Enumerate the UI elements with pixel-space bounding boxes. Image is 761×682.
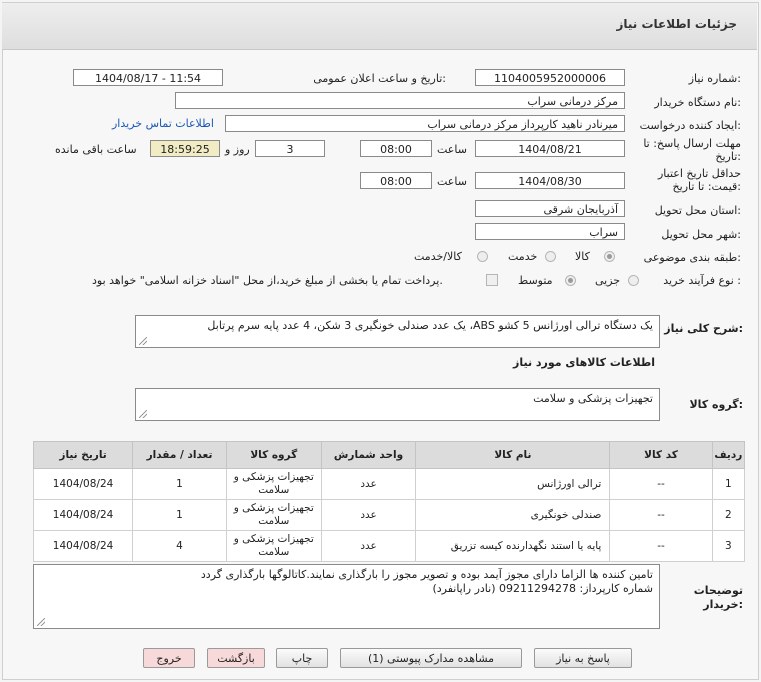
cell-code: --: [609, 499, 713, 531]
creator-field: میرنادر ناهید کارپرداز مرکز درمانی سراب: [225, 115, 625, 132]
reply-deadline-label-2: تاریخ:: [715, 150, 741, 163]
need-number-label: شماره نیاز:: [688, 72, 741, 85]
cell-code: --: [609, 530, 713, 562]
cell-unit: عدد: [320, 499, 417, 531]
cell-date: 1404/08/24: [32, 530, 134, 562]
description-label: شرح کلی نیاز:: [664, 322, 743, 335]
buyer-notes-label-2: خریدار:: [703, 598, 743, 611]
need-number-field: 1104005952000006: [475, 69, 625, 86]
cell-name: ترالی اورژانس: [415, 468, 611, 500]
resize-grip-icon[interactable]: [139, 410, 147, 418]
cell-index: 3: [711, 530, 746, 562]
days-label: روز و: [225, 143, 250, 156]
exit-button[interactable]: خروج: [143, 648, 195, 668]
category-radio-goods-service[interactable]: [477, 251, 488, 262]
process-option-medium: متوسط: [518, 274, 553, 287]
cell-code: --: [609, 468, 713, 500]
validity-date-field: 1404/08/30: [475, 172, 625, 189]
page-title: جزئیات اطلاعات نیاز: [616, 17, 737, 31]
goods-group-textarea[interactable]: تجهیزات پزشکی و سلامت: [135, 388, 660, 421]
buyer-org-field: مرکز درمانی سراب: [175, 92, 625, 109]
resize-grip-icon[interactable]: [139, 337, 147, 345]
process-radio-medium[interactable]: [565, 275, 576, 286]
reply-button[interactable]: پاسخ به نیاز: [534, 648, 632, 668]
buyer-notes-line-1: تامین کننده ها الزاما دارای مجوز آیمد بو…: [200, 568, 653, 581]
city-field: سراب: [475, 223, 625, 240]
col-header-name: نام کالا: [415, 441, 611, 469]
back-button[interactable]: بازگشت: [207, 648, 265, 668]
col-header-date: تاریخ نیاز: [32, 441, 134, 469]
remaining-time-field: 18:59:25: [150, 140, 220, 157]
description-textarea[interactable]: یک دستگاه ترالی اورژانس 5 کشو ABS، یک عد…: [135, 315, 660, 348]
reply-date-field: 1404/08/21: [475, 140, 625, 157]
announce-label: تاریخ و ساعت اعلان عمومی:: [313, 72, 446, 85]
validity-time-field: 08:00: [360, 172, 432, 189]
remaining-days-field: 3: [255, 140, 325, 157]
buyer-notes-textarea[interactable]: تامین کننده ها الزاما دارای مجوز آیمد بو…: [33, 564, 660, 629]
cell-qty: 1: [132, 468, 227, 500]
cell-group: تجهیزات پزشکی و سلامت: [225, 530, 322, 562]
resize-grip-icon[interactable]: [37, 618, 45, 626]
table-row[interactable]: 2 -- صندلی خونگیری عدد تجهیزات پزشکی و س…: [32, 499, 746, 531]
print-button[interactable]: چاپ: [276, 648, 328, 668]
validity-label: حداقل تاریخ اعتبار: [657, 167, 741, 180]
cell-qty: 1: [132, 499, 227, 531]
cell-index: 2: [711, 499, 746, 531]
col-header-index: ردیف: [711, 441, 746, 469]
contact-buyer-link[interactable]: اطلاعات تماس خریدار: [112, 117, 214, 130]
cell-group: تجهیزات پزشکی و سلامت: [225, 468, 322, 500]
announce-datetime-field: 1404/08/17 - 11:54: [73, 69, 223, 86]
city-label: شهر محل تحویل:: [661, 228, 741, 241]
process-option-minor: جزیی: [595, 274, 621, 287]
table-header-row: ردیف کد کالا نام کالا واحد شمارش گروه کا…: [32, 441, 746, 469]
cell-unit: عدد: [320, 468, 417, 500]
goods-table: ردیف کد کالا نام کالا واحد شمارش گروه کا…: [32, 441, 746, 562]
process-label: نوع فرآیند خرید :: [663, 274, 741, 287]
province-field: آذربایجان شرقی: [475, 200, 625, 217]
cell-unit: عدد: [320, 530, 417, 562]
goods-group-text: تجهیزات پزشکی و سلامت: [533, 392, 653, 405]
creator-label: ایجاد کننده درخواست:: [639, 119, 741, 132]
category-radio-goods[interactable]: [604, 251, 615, 262]
table-row[interactable]: 1 -- ترالی اورژانس عدد تجهیزات پزشکی و س…: [32, 468, 746, 500]
category-option-goods-service: کالا/خدمت: [414, 250, 462, 263]
province-label: استان محل تحویل:: [654, 204, 741, 217]
page-header: جزئیات اطلاعات نیاز: [2, 3, 757, 50]
view-attachments-button[interactable]: مشاهده مدارک پیوستی (1): [340, 648, 522, 668]
category-option-goods: کالا: [575, 250, 590, 263]
goods-section-title: اطلاعات کالاهای مورد نیاز: [513, 356, 655, 369]
category-label: طبقه بندی موضوعی:: [643, 251, 741, 264]
col-header-group: گروه کالا: [225, 441, 322, 469]
col-header-qty: تعداد / مقدار: [132, 441, 227, 469]
table-row[interactable]: 3 -- پایه یا استند نگهدارنده کیسه تزریق …: [32, 530, 746, 562]
category-radio-service[interactable]: [545, 251, 556, 262]
col-header-code: کد کالا: [609, 441, 713, 469]
cell-date: 1404/08/24: [32, 499, 134, 531]
cell-qty: 4: [132, 530, 227, 562]
reply-time-field: 08:00: [360, 140, 432, 157]
reply-deadline-label: مهلت ارسال پاسخ: تا: [643, 137, 741, 150]
buyer-org-label: نام دستگاه خریدار:: [654, 96, 741, 109]
buyer-notes-line-2: شماره کارپرداز: 09211294278 (نادر راپانف…: [432, 582, 653, 595]
validity-time-label: ساعت: [437, 175, 467, 188]
validity-label-2: قیمت: تا تاریخ:: [672, 180, 741, 193]
cell-name: صندلی خونگیری: [415, 499, 611, 531]
process-radio-minor[interactable]: [628, 275, 639, 286]
buyer-notes-label: توضیحات: [693, 584, 743, 597]
cell-name: پایه یا استند نگهدارنده کیسه تزریق: [415, 530, 611, 562]
cell-index: 1: [711, 468, 746, 500]
category-option-service: خدمت: [508, 250, 538, 263]
remaining-label: ساعت باقی مانده: [55, 143, 137, 156]
goods-group-label: گروه کالا:: [689, 398, 743, 411]
col-header-unit: واحد شمارش: [320, 441, 417, 469]
description-text: یک دستگاه ترالی اورژانس 5 کشو ABS، یک عد…: [207, 319, 653, 332]
cell-group: تجهیزات پزشکی و سلامت: [225, 499, 322, 531]
cell-date: 1404/08/24: [32, 468, 134, 500]
treasury-payment-note: پرداخت تمام یا بخشی از مبلغ خرید،از محل …: [92, 274, 443, 287]
reply-time-label: ساعت: [437, 143, 467, 156]
treasury-payment-checkbox[interactable]: [486, 274, 498, 286]
